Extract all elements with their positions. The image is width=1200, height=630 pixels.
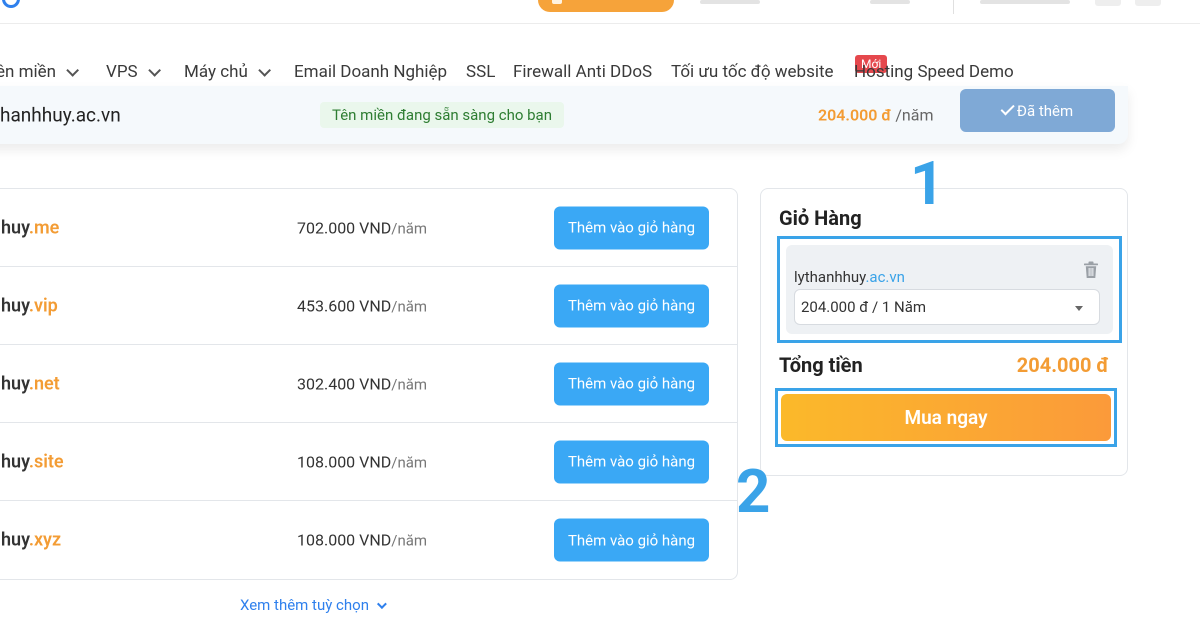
suggested-domain: huy.me: [1, 217, 60, 238]
main-nav: ên miền VPS Máy chủ Email Doanh Nghiệp S…: [0, 24, 1200, 90]
cart-title: Giỏ Hàng: [779, 206, 862, 230]
buy-now-button[interactable]: Mua ngay: [781, 394, 1111, 441]
nav-item-label: ên miền: [0, 62, 57, 82]
suggested-price: 108.000 VND/năm: [297, 452, 428, 471]
cart-icon[interactable]: [1095, 0, 1121, 6]
trash-icon[interactable]: [1083, 261, 1099, 279]
menu-icon[interactable]: [1135, 0, 1161, 6]
add-to-cart-button[interactable]: Thêm vào giỏ hàng: [554, 362, 709, 405]
chevron-down-icon: [258, 63, 271, 77]
nav-item-label: Email Doanh Nghiệp: [294, 62, 448, 82]
suggested-domain: huy.vip: [1, 295, 58, 316]
searched-domain: hanhhuy.ac.vn: [0, 103, 121, 127]
add-to-cart-button[interactable]: Thêm vào giỏ hàng: [554, 206, 709, 249]
chevron-down-icon: [66, 63, 80, 77]
add-to-cart-button[interactable]: Thêm vào giỏ hàng: [554, 284, 709, 327]
promo-button[interactable]: [538, 0, 674, 12]
divider: [953, 0, 954, 14]
annotation-number: 2: [736, 456, 771, 527]
availability-status: Tên miền đang sẵn sàng cho bạn: [320, 102, 564, 128]
highlight-box: Mua ngay: [775, 388, 1117, 447]
suggested-domain: huy.xyz: [1, 529, 62, 551]
nav-item-firewall[interactable]: Firewall Anti DDoS: [513, 62, 652, 82]
add-to-cart-button[interactable]: Thêm vào giỏ hàng: [554, 518, 709, 562]
cart-panel: Giỏ Hàng lythanhhuy.ac.vn 204.000 đ / 1 …: [760, 188, 1128, 476]
nav-item-ssl[interactable]: SSL: [466, 62, 495, 82]
check-icon: [1000, 101, 1015, 116]
result-price: 204.000 đ/năm: [818, 105, 934, 125]
nav-item-label: Máy chủ: [184, 62, 248, 82]
top-link[interactable]: [700, 0, 760, 4]
show-more-link[interactable]: Xem thêm tuỳ chọn: [240, 596, 387, 614]
login-link[interactable]: [980, 0, 1070, 4]
nav-item-label: Firewall Anti DDoS: [513, 62, 653, 82]
nav-item-servers[interactable]: Máy chủ: [184, 62, 271, 82]
nav-item-speed[interactable]: Tối ưu tốc độ website: [671, 62, 834, 82]
domain-suggestions: huy.me 702.000 VND/năm Thêm vào giỏ hàng…: [0, 188, 738, 580]
add-to-cart-button[interactable]: Thêm vào giỏ hàng: [554, 440, 709, 483]
list-item: huy.site 108.000 VND/năm Thêm vào giỏ hà…: [0, 423, 737, 501]
added-button[interactable]: Đã thêm: [960, 89, 1115, 132]
suggested-domain: huy.net: [1, 373, 60, 394]
annotation-number: 1: [910, 148, 945, 219]
logo-icon: [2, 0, 20, 8]
suggested-price: 453.600 VND/năm: [297, 296, 428, 315]
nav-item-vps[interactable]: VPS: [106, 62, 161, 82]
chevron-down-icon: [147, 63, 161, 77]
nav-item-hosting-demo[interactable]: Hosting Speed Demo: [854, 62, 1014, 82]
suggested-price: 302.400 VND/năm: [297, 374, 428, 393]
nav-item-email[interactable]: Email Doanh Nghiệp: [294, 62, 447, 82]
suggested-price: 702.000 VND/năm: [297, 218, 428, 237]
suggested-domain: huy.site: [1, 451, 64, 472]
list-item: huy.me 702.000 VND/năm Thêm vào giỏ hàng: [0, 189, 737, 267]
list-item: huy.vip 453.600 VND/năm Thêm vào giỏ hàn…: [0, 267, 737, 345]
total-label: Tổng tiền: [779, 353, 863, 377]
nav-item-label: Tối ưu tốc độ website: [671, 62, 834, 82]
cart-item: lythanhhuy.ac.vn 204.000 đ / 1 Năm: [786, 245, 1113, 334]
nav-item-domains[interactable]: ên miền: [0, 62, 80, 82]
period-select[interactable]: 204.000 đ / 1 Năm: [794, 289, 1100, 325]
top-link[interactable]: [870, 0, 910, 4]
nav-item-label: VPS: [106, 62, 138, 82]
cart-domain: lythanhhuy.ac.vn: [794, 268, 905, 286]
list-item: huy.net 302.400 VND/năm Thêm vào giỏ hàn…: [0, 345, 737, 423]
nav-item-label: SSL: [466, 62, 496, 82]
top-utility-bar: [0, 0, 1200, 24]
list-item: huy.xyz 108.000 VND/năm Thêm vào giỏ hàn…: [0, 501, 737, 579]
total-value: 204.000 đ: [1016, 353, 1109, 377]
caret-down-icon: [1075, 306, 1083, 311]
chevron-down-icon: [376, 598, 387, 609]
suggested-price: 108.000 VND/năm: [297, 530, 428, 550]
search-result-card: hanhhuy.ac.vn Tên miền đang sẵn sàng cho…: [0, 86, 1128, 144]
nav-item-label: Hosting Speed Demo: [854, 62, 1014, 82]
highlight-box: lythanhhuy.ac.vn 204.000 đ / 1 Năm: [777, 236, 1122, 343]
